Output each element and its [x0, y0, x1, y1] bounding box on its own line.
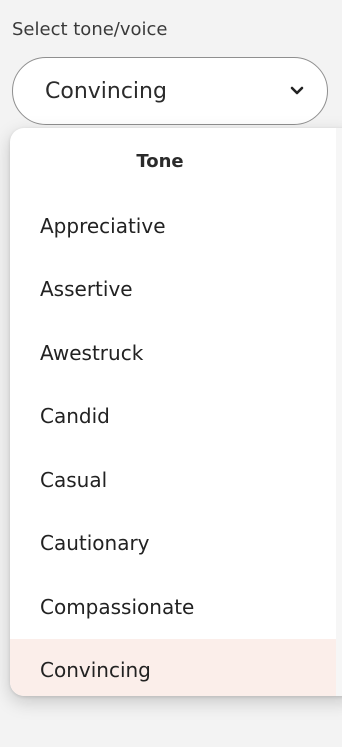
tone-select[interactable]: Convincing	[12, 57, 328, 125]
option-compassionate[interactable]: Compassionate	[10, 575, 336, 639]
option-convincing[interactable]: Convincing	[10, 638, 336, 696]
scrollbar-track[interactable]	[336, 128, 342, 696]
select-value: Convincing	[45, 78, 167, 104]
option-casual[interactable]: Casual	[10, 448, 336, 512]
option-candid[interactable]: Candid	[10, 384, 336, 448]
tone-dropdown-menu[interactable]: Tone Appreciative Assertive Awestruck Ca…	[10, 128, 342, 696]
option-awestruck[interactable]: Awestruck	[10, 321, 336, 385]
dropdown-group-header: Tone	[136, 150, 184, 172]
option-cautionary[interactable]: Cautionary	[10, 511, 336, 575]
tone-select-screen: Select tone/voice Convincing Tone Apprec…	[0, 0, 342, 747]
field-label: Select tone/voice	[12, 19, 168, 40]
option-appreciative[interactable]: Appreciative	[10, 194, 336, 258]
option-assertive[interactable]: Assertive	[10, 257, 336, 321]
option-list: Tone Appreciative Assertive Awestruck Ca…	[10, 128, 336, 696]
chevron-down-icon[interactable]	[287, 81, 307, 101]
